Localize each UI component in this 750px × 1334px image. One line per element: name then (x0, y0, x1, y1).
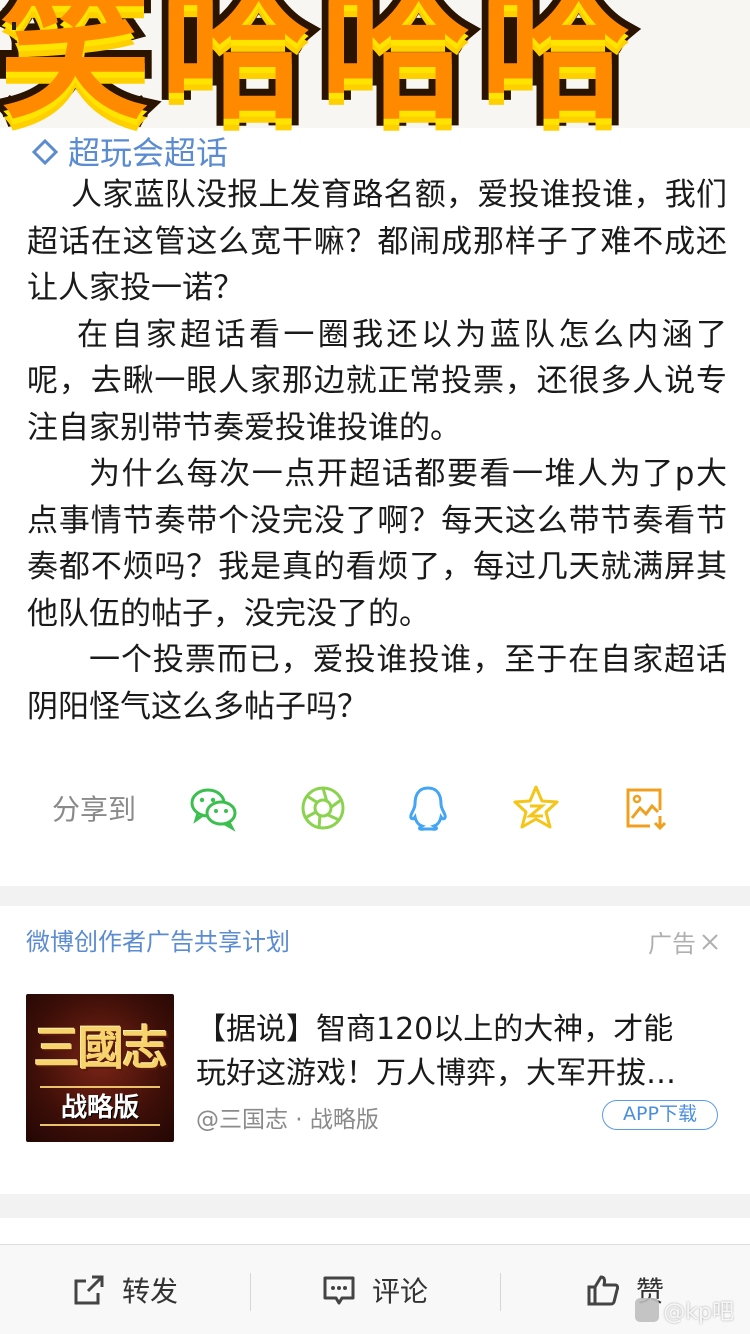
post-paragraph: 为什么每次一点开超话都要看一堆人为了p大点事情节奏带个没完没了啊？每天这么带节奏… (27, 456, 727, 632)
moments-icon[interactable] (297, 782, 349, 834)
section-separator (0, 886, 750, 906)
ad-thumb-subtitle: 战略版 (40, 1086, 160, 1126)
post-paragraph: 人家蓝队没报上发育路名额，爱投谁投谁，我们超话在这管这么宽干嘛？都闹成那样子了难… (27, 177, 727, 306)
thumbs-up-icon (587, 1275, 620, 1305)
toolbar-divider (250, 1273, 251, 1311)
qzone-icon[interactable] (510, 782, 562, 834)
close-icon[interactable] (700, 932, 720, 952)
ad-title[interactable]: 【据说】智商120以上的大神，才能 玩好这游戏！万人博弈，大军开拔… (196, 1008, 716, 1096)
post-body: 人家蓝队没报上发育路名额，爱投谁投谁，我们超话在这管这么宽干嘛？都闹成那样子了难… (27, 172, 727, 730)
comment-label: 评论 (371, 1274, 428, 1308)
ad-tag-label: 广告 (648, 930, 696, 958)
ad-title-line1: 【据说】智商120以上的大神，才能 (196, 1012, 674, 1047)
ad-card[interactable]: 微博创作者广告共享计划 广告 三國志 战略版 【据说】智商120以上的大神，才能… (0, 906, 750, 1194)
comment-button[interactable]: 评论 (250, 1245, 500, 1334)
sticker-text: 笑哈哈哈 (0, 0, 641, 140)
watermark-logo-icon (635, 1298, 660, 1322)
section-separator (0, 1194, 750, 1218)
watermark-text: @kp吧 (663, 1300, 734, 1325)
ad-source: @三国志 · 战略版 (196, 1107, 379, 1133)
comment-icon (323, 1276, 355, 1304)
toolbar-divider (500, 1273, 501, 1311)
app-download-button[interactable]: APP下载 (602, 1100, 718, 1130)
post-paragraph: 一个投票而已，爱投谁投谁，至于在自家超话阴阳怪气这么多帖子吗？ (27, 642, 727, 725)
sticker-banner: 笑哈哈哈 (0, 0, 750, 155)
status-mark (12, 22, 16, 30)
wechat-icon[interactable] (188, 782, 240, 834)
post-paragraph: 在自家超话看一圈我还以为蓝队怎么内涵了呢，去瞅一眼人家那边就正常投票，还很多人说… (27, 316, 727, 446)
ad-thumb-title: 三國志 (34, 1021, 168, 1075)
share-label: 分享到 (52, 793, 137, 826)
ad-thumbnail[interactable]: 三國志 战略版 (26, 994, 174, 1142)
repost-button[interactable]: 转发 (0, 1245, 250, 1334)
watermark: @kp吧 (635, 1294, 734, 1326)
repost-label: 转发 (121, 1274, 178, 1308)
ad-tag[interactable]: 广告 (648, 924, 720, 959)
ad-program-label[interactable]: 微博创作者广告共享计划 (26, 922, 290, 957)
weibo-post-page: 笑哈哈哈 超玩会超话 人家蓝队没报上发育路名额，爱投谁投谁，我们超话在这管这么宽… (0, 0, 750, 1334)
ad-title-line2: 玩好这游戏！万人博弈，大军开拔… (196, 1056, 676, 1091)
share-row: 分享到 (0, 776, 750, 838)
qq-icon[interactable] (402, 782, 454, 834)
save-image-icon[interactable] (620, 782, 672, 834)
repost-icon (74, 1275, 104, 1304)
